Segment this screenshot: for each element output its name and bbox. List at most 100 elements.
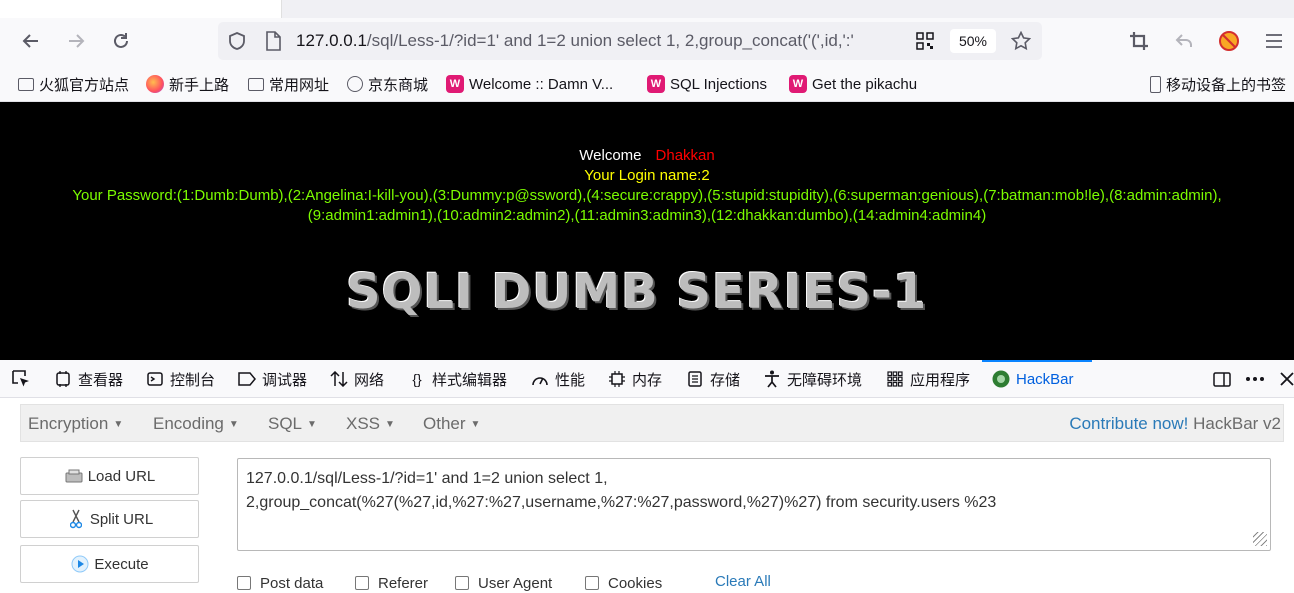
- resize-grip[interactable]: [1253, 532, 1269, 548]
- url-path: /sql/Less-1/?id=1' and 1=2 union select …: [366, 31, 854, 50]
- tab-performance[interactable]: 性能: [531, 368, 585, 390]
- referer-checkbox[interactable]: Referer: [355, 573, 428, 593]
- qr-code-icon[interactable]: [912, 28, 938, 54]
- tab-inspector[interactable]: 查看器: [54, 368, 123, 390]
- bookmark-item[interactable]: W SQL Injections: [647, 73, 767, 95]
- web-page-content: Welcome Dhakkan Your Login name:2 Your Pa…: [0, 102, 1294, 360]
- tab-storage[interactable]: 存储: [686, 368, 740, 390]
- debugger-icon: [238, 370, 256, 388]
- tab-label: 查看器: [78, 371, 124, 389]
- url-text[interactable]: 127.0.0.1/sql/Less-1/?id=1' and 1=2 unio…: [296, 31, 908, 51]
- tab-debugger[interactable]: 调试器: [238, 368, 307, 390]
- bookmark-item[interactable]: 火狐官方站点: [18, 73, 129, 95]
- cookies-checkbox[interactable]: Cookies: [585, 573, 662, 593]
- mobile-phone-icon: [1150, 75, 1161, 93]
- shield-icon[interactable]: [224, 28, 250, 54]
- bookmark-label: SQL Injections: [670, 75, 767, 93]
- folder-icon: [248, 77, 264, 91]
- tab-network[interactable]: 网络: [330, 368, 384, 390]
- tab-label: 无障碍环境: [787, 371, 863, 389]
- inspector-icon: [54, 370, 72, 388]
- bookmark-label: 新手上路: [169, 76, 230, 94]
- contribute-link[interactable]: Contribute now!: [1069, 414, 1188, 433]
- browser-tab[interactable]: [0, 0, 282, 18]
- element-picker-icon[interactable]: [8, 366, 34, 392]
- tab-memory[interactable]: 内存: [608, 368, 662, 390]
- hackbar-icon: [992, 370, 1010, 388]
- more-options-icon[interactable]: [1242, 366, 1268, 392]
- tab-accessibility[interactable]: 无障碍环境: [763, 368, 862, 390]
- checkbox-label: User Agent: [478, 574, 553, 592]
- close-devtools-icon[interactable]: [1274, 366, 1294, 392]
- undo-arrow-icon[interactable]: [1171, 28, 1197, 54]
- caret-down-icon: ▼: [113, 419, 124, 431]
- menu-encoding[interactable]: Encoding ▼: [153, 414, 239, 434]
- scissors-icon: [66, 509, 86, 529]
- checkbox-box: [455, 576, 469, 590]
- mobile-bookmarks[interactable]: 移动设备上的书签: [1150, 73, 1286, 95]
- menu-label: XSS: [346, 414, 381, 433]
- caret-down-icon: ▼: [228, 419, 239, 431]
- password-line: Your Password:(1:Dumb:Dumb),(2:Angelina:…: [72, 187, 1222, 204]
- password-line: (9:admin1:admin1),(10:admin2:admin2),(11…: [307, 207, 987, 224]
- bookmark-item[interactable]: W Get the pikachu: [789, 73, 917, 95]
- tab-hackbar[interactable]: HackBar: [992, 368, 1074, 390]
- globe-icon: [347, 76, 363, 92]
- tab-label: 存储: [710, 371, 741, 389]
- checkbox-box: [585, 576, 599, 590]
- style-editor-icon: {}: [412, 371, 422, 387]
- firefox-icon: [146, 75, 164, 93]
- load-url-button[interactable]: Load URL: [20, 457, 199, 495]
- pink-app-icon: W: [647, 75, 665, 93]
- console-icon: [146, 370, 164, 388]
- url-host: 127.0.0.1: [296, 31, 367, 50]
- menu-xss[interactable]: XSS ▼: [346, 414, 395, 434]
- split-url-button[interactable]: Split URL: [20, 500, 199, 538]
- tab-label: 网络: [354, 371, 385, 389]
- bookmark-item[interactable]: 常用网址: [248, 73, 329, 95]
- bookmark-star-icon[interactable]: [1008, 28, 1034, 54]
- bookmark-item[interactable]: W Welcome :: Damn V...: [446, 73, 613, 95]
- active-tab-indicator: [982, 360, 1092, 362]
- pink-app-icon: W: [789, 75, 807, 93]
- ad-block-extension-icon[interactable]: [1216, 28, 1242, 54]
- load-url-icon: [64, 466, 84, 486]
- page-info-icon[interactable]: [260, 28, 286, 54]
- menu-other[interactable]: Other ▼: [423, 414, 480, 434]
- bookmark-label: 常用网址: [269, 76, 330, 94]
- caret-down-icon: ▼: [385, 419, 395, 431]
- back-arrow-icon[interactable]: [18, 28, 44, 54]
- url-textarea[interactable]: 127.0.0.1/sql/Less-1/?id=1' and 1=2 unio…: [237, 458, 1271, 551]
- post-data-checkbox[interactable]: Post data: [237, 573, 323, 593]
- tab-style-editor[interactable]: {} 样式编辑器: [408, 368, 507, 390]
- folder-icon: [18, 77, 34, 91]
- checkbox-label: Referer: [378, 574, 429, 592]
- user-agent-checkbox[interactable]: User Agent: [455, 573, 552, 593]
- devtools-toolbar: 查看器 控制台 调试器 网络 {} 样式编辑器 性能 内存 存储 无障碍环境 应用…: [0, 360, 1294, 398]
- accessibility-icon: [763, 370, 781, 388]
- login-name-line: Your Login name:2: [584, 167, 710, 184]
- menu-encryption[interactable]: Encryption ▼: [28, 414, 123, 434]
- tab-console[interactable]: 控制台: [146, 368, 215, 390]
- user-name: Dhakkan: [655, 147, 715, 164]
- button-label: Load URL: [87, 467, 156, 485]
- caret-down-icon: ▼: [470, 419, 481, 431]
- bookmark-label: 京东商城: [368, 76, 429, 94]
- zoom-level-button[interactable]: 50%: [950, 29, 996, 53]
- url-bar[interactable]: 127.0.0.1/sql/Less-1/?id=1' and 1=2 unio…: [218, 22, 1042, 60]
- screenshot-crop-icon[interactable]: [1126, 28, 1152, 54]
- bookmark-item[interactable]: 京东商城: [347, 73, 428, 95]
- hamburger-menu-icon[interactable]: [1261, 28, 1287, 54]
- reload-icon[interactable]: [108, 28, 134, 54]
- dock-toggle-icon[interactable]: [1209, 366, 1235, 392]
- bookmark-item[interactable]: 新手上路: [146, 73, 229, 95]
- forward-arrow-icon[interactable]: [63, 28, 89, 54]
- menu-sql[interactable]: SQL ▼: [268, 414, 317, 434]
- tab-application[interactable]: 应用程序: [886, 368, 970, 390]
- bookmark-label: Get the pikachu: [812, 75, 918, 93]
- tab-label: 内存: [632, 371, 663, 389]
- contribute-area: Contribute now! HackBar v2: [1069, 414, 1281, 434]
- execute-button[interactable]: Execute: [20, 545, 199, 583]
- clear-all-link[interactable]: Clear All: [715, 573, 771, 590]
- welcome-text: Welcome: [579, 147, 642, 164]
